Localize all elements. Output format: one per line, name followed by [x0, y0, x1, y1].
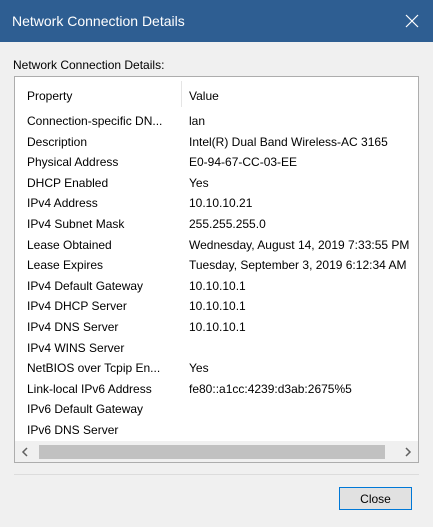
title-bar[interactable]: Network Connection Details — [0, 0, 433, 42]
close-button[interactable]: Close — [339, 487, 412, 510]
value-cell: 10.10.10.1 — [189, 319, 246, 334]
list-row[interactable]: Lease Expires Tuesday, September 3, 2019 … — [15, 255, 418, 276]
property-cell: IPv4 Address — [27, 196, 98, 211]
value-cell: E0-94-67-CC-03-EE — [189, 155, 298, 170]
list-header: Property Value — [15, 77, 418, 111]
close-icon-glyph — [405, 14, 419, 28]
property-cell: IPv4 DHCP Server — [27, 299, 127, 314]
value-cell: 255.255.255.0 — [189, 216, 266, 231]
scrollbar-thumb[interactable] — [39, 445, 385, 459]
list-row[interactable]: IPv4 Default Gateway 10.10.10.1 — [15, 276, 418, 297]
list-row[interactable]: IPv4 Subnet Mask 255.255.255.0 — [15, 214, 418, 235]
property-cell: DHCP Enabled — [27, 175, 109, 190]
property-cell: IPv6 DNS Server — [27, 422, 119, 437]
value-cell: Yes — [189, 175, 209, 190]
column-header-value[interactable]: Value — [189, 89, 219, 103]
horizontal-scrollbar[interactable] — [15, 441, 418, 462]
list-row[interactable]: IPv4 DNS Server 10.10.10.1 — [15, 317, 418, 338]
value-cell: Intel(R) Dual Band Wireless-AC 3165 — [189, 134, 388, 149]
section-label: Network Connection Details: — [13, 58, 165, 72]
list-row[interactable]: IPv6 DNS Server — [15, 420, 418, 441]
value-cell: fe80::a1cc:4239:d3ab:2675%5 — [189, 381, 352, 396]
property-cell: Lease Expires — [27, 258, 104, 273]
list-row[interactable]: IPv4 WINS Server — [15, 338, 418, 359]
property-cell: IPv4 DNS Server — [27, 319, 119, 334]
list-row[interactable]: DHCP Enabled Yes — [15, 173, 418, 194]
value-cell: Wednesday, August 14, 2019 7:33:55 PM — [189, 237, 410, 252]
value-cell: lan — [189, 114, 206, 128]
list-row[interactable]: Connection-specific DN... lan — [15, 111, 418, 132]
value-cell: Yes — [189, 361, 209, 376]
list-row[interactable]: NetBIOS over Tcpip En... Yes — [15, 358, 418, 379]
property-cell: Physical Address — [27, 155, 119, 170]
value-cell: 10.10.10.1 — [189, 278, 246, 293]
chevron-right-icon[interactable] — [398, 442, 418, 462]
list-rows: Connection-specific DN... lan Description I… — [15, 111, 418, 441]
list-row[interactable]: Physical Address E0-94-67-CC-03-EE — [15, 152, 418, 173]
list-row[interactable]: Link-local IPv6 Address fe80::a1cc:4239:d… — [15, 379, 418, 400]
property-cell: Description — [27, 134, 88, 149]
property-cell: IPv4 WINS Server — [27, 340, 125, 355]
chevron-left-icon[interactable] — [15, 442, 35, 462]
value-cell: Tuesday, September 3, 2019 6:12:34 AM — [189, 258, 407, 273]
column-header-property[interactable]: Property — [27, 89, 72, 103]
property-cell: IPv4 Default Gateway — [27, 278, 144, 293]
property-cell: Connection-specific DN... — [27, 114, 163, 128]
value-cell: 10.10.10.1 — [189, 299, 246, 314]
close-icon[interactable] — [391, 0, 433, 42]
property-cell: Link-local IPv6 Address — [27, 381, 152, 396]
property-cell: Lease Obtained — [27, 237, 112, 252]
dialog-window: Network Connection Details Network Conne… — [0, 0, 433, 527]
list-row[interactable]: IPv4 Address 10.10.10.21 — [15, 193, 418, 214]
column-divider[interactable] — [181, 81, 182, 107]
property-cell: IPv6 Default Gateway — [27, 402, 144, 417]
value-cell: 10.10.10.21 — [189, 196, 253, 211]
property-cell: NetBIOS over Tcpip En... — [27, 361, 161, 376]
list-row[interactable]: IPv6 Default Gateway — [15, 399, 418, 420]
list-row[interactable]: IPv4 DHCP Server 10.10.10.1 — [15, 296, 418, 317]
list-row[interactable]: Lease Obtained Wednesday, August 14, 2019… — [15, 235, 418, 256]
window-title: Network Connection Details — [12, 13, 185, 29]
property-cell: IPv4 Subnet Mask — [27, 216, 125, 231]
details-list[interactable]: Property Value Connection-specific DN...… — [14, 76, 419, 463]
divider — [14, 474, 419, 475]
list-row[interactable]: Description Intel(R) Dual Band Wireless-A… — [15, 132, 418, 153]
